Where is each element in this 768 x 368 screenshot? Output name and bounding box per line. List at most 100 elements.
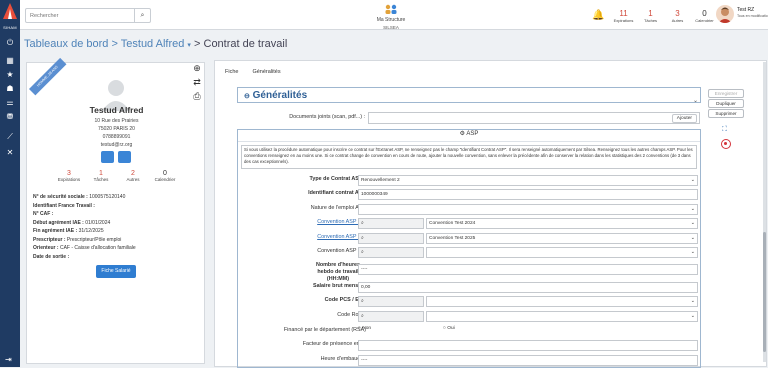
chevron-down-icon: ⌄ — [690, 313, 695, 319]
section-generalites[interactable]: ⊖ Généralités ⌄ — [237, 87, 701, 104]
convention2-search[interactable]: ⌕ — [358, 233, 424, 244]
finance-no-radio[interactable]: ○ Non — [358, 326, 371, 331]
rome-search[interactable]: ⌕ — [358, 311, 424, 322]
info-row: N° CAF : — [33, 210, 203, 219]
info-label: Date de sortie : — [33, 253, 70, 260]
save-button[interactable]: Enregistrer — [708, 89, 744, 98]
info-row: N° de sécurité sociale : 1000575120140 — [33, 193, 203, 202]
convention3-label: Convention ASP n°3 — [317, 248, 366, 254]
rome-select[interactable]: ⌄ — [426, 311, 698, 322]
kpi-others[interactable]: 2 Autres — [117, 170, 149, 182]
hire-time-input[interactable]: ---- — [358, 355, 698, 366]
breadcrumb-dashboards[interactable]: Tableaux de bord — [24, 38, 108, 50]
home-icon[interactable]: ⏻ — [5, 38, 15, 48]
chevron-down-icon[interactable]: ⌄ — [693, 97, 698, 104]
profile-info: N° de sécurité sociale : 1000575120140 I… — [33, 193, 203, 261]
chart-icon[interactable]: ⟋ — [5, 132, 15, 142]
message-icon[interactable] — [118, 151, 131, 163]
fiche-salarie-button[interactable]: Fiche Salarié — [96, 265, 136, 278]
bell-icon[interactable]: 🔔 — [592, 10, 604, 22]
print-icon[interactable]: ⎙ — [191, 91, 203, 103]
structure-name: SILSEA — [383, 25, 399, 30]
tools-icon[interactable]: ✕ — [5, 148, 15, 158]
chevron-down-icon: ⌄ — [690, 177, 695, 183]
breadcrumb-separator: > — [194, 38, 201, 50]
counter-calendar[interactable]: 0 Calendrier — [691, 9, 718, 23]
convention2-label[interactable]: Convention ASP n°2 — [258, 234, 366, 240]
kpi-value: 1 — [99, 170, 103, 177]
pcs-label: Code PCS / ESE — [324, 297, 366, 303]
kpi-value: 3 — [67, 170, 71, 177]
salary-input[interactable]: 0,00 — [358, 282, 698, 293]
convention1-label[interactable]: Convention ASP n°1 — [258, 219, 366, 225]
logout-icon[interactable]: ⇥ — [5, 355, 12, 364]
asp-header: ⚙ ASP — [238, 130, 700, 142]
profile-ribbon: HOMME, 28 ANS — [29, 57, 67, 96]
convention2-select[interactable]: Convention Test 2025 ⌄ — [426, 233, 698, 244]
search-icon[interactable]: ⌕ — [134, 9, 150, 22]
phone-icon[interactable] — [101, 151, 114, 163]
briefcase-icon[interactable]: ⚌ — [5, 98, 15, 108]
info-row: Fin agrément IAE : 31/12/2025 — [33, 227, 203, 236]
app-brand: SIHAM — [3, 25, 17, 30]
convention1-search[interactable]: ⌕ — [358, 218, 424, 229]
convention3-select[interactable]: ⌄ — [426, 247, 698, 258]
kpi-calendar[interactable]: 0 Calendrier — [149, 170, 181, 182]
action-buttons: Enregistrer Dupliquer Supprimer — [708, 89, 744, 119]
user-menu[interactable]: Test RZ Tous en modification — [716, 5, 768, 27]
profile-address-line1: 10 Rue des Prairies — [94, 118, 139, 124]
search-box: ⌕ — [25, 8, 151, 23]
kpi-tasks[interactable]: 1 Tâches — [85, 170, 117, 182]
convention3-search[interactable]: ⌕ — [358, 247, 424, 258]
profile-address-line2: 75020 PARIS 20 — [98, 126, 135, 132]
add-document-button[interactable]: Ajouter — [671, 114, 697, 123]
section-title: Généralités — [252, 90, 308, 101]
search-icon: ⌕ — [361, 250, 364, 255]
asp-note: Si vous utilisez la procédure automatiqu… — [241, 145, 697, 169]
duplicate-button[interactable]: Dupliquer — [708, 99, 744, 108]
counter-label: Calendrier — [695, 17, 714, 23]
close-icon[interactable] — [721, 139, 731, 149]
profile-kpis: 3 Expirations 1 Tâches 2 Autres 0 Calendrier — [53, 170, 181, 182]
counter-expirations[interactable]: 11 Expirations — [610, 9, 637, 23]
tab-generalites[interactable]: Généralités — [252, 69, 280, 75]
profile-email[interactable]: testud@rz.org — [27, 142, 206, 148]
documents-field[interactable]: Ajouter — [368, 112, 700, 124]
breadcrumb-person[interactable]: Testud Alfred — [121, 38, 185, 50]
chevron-down-icon[interactable]: ▾ — [187, 42, 191, 49]
info-value: 31/12/2025 — [78, 228, 104, 234]
convention1-select[interactable]: Convention Test 2024 ⌄ — [426, 218, 698, 229]
collapse-icon[interactable]: ⊖ — [244, 93, 250, 100]
counter-tasks[interactable]: 1 Tâches — [637, 9, 664, 23]
swap-icon[interactable]: ⇄ — [191, 77, 203, 89]
salary-label: Salaire brut mensuel — [312, 283, 366, 289]
presence-input[interactable] — [358, 340, 698, 351]
add-circle-icon[interactable]: ⊕ — [191, 63, 203, 75]
info-row: Date de sortie : — [33, 253, 203, 262]
hours-input[interactable]: ---- — [358, 264, 698, 275]
tab-fiche[interactable]: Fiche — [225, 69, 238, 75]
info-label: Identifiant France Travail : — [33, 202, 95, 209]
finance-yes-radio[interactable]: ○ Oui — [443, 326, 455, 331]
report-icon[interactable]: ⛃ — [5, 112, 15, 122]
chevron-down-icon: ⌄ — [690, 220, 695, 226]
profile-phone: 0788899091 — [102, 134, 131, 140]
people-icon[interactable]: ☗ — [5, 84, 15, 94]
star-icon[interactable]: ★ — [5, 70, 15, 80]
nature-select[interactable]: ⌄ — [358, 204, 698, 215]
counter-others[interactable]: 3 Autres — [664, 9, 691, 23]
pcs-select[interactable]: ⌄ — [426, 296, 698, 307]
scrollbar[interactable] — [763, 62, 766, 362]
identifiant-input[interactable]: 1000000349 — [358, 189, 698, 200]
kpi-value: 0 — [163, 170, 167, 177]
kpi-expirations[interactable]: 3 Expirations — [53, 170, 85, 182]
pcs-search[interactable]: ⌕ — [358, 296, 424, 307]
dashboard-icon[interactable]: ▦ — [5, 56, 15, 66]
structure-selector[interactable]: Ma Structure SILSEA — [361, 3, 421, 30]
type-contrat-select[interactable]: Renouvellement 2 ⌄ — [358, 175, 698, 186]
scrollbar-thumb[interactable] — [763, 232, 766, 352]
expand-icon[interactable]: ⛶ — [722, 126, 727, 134]
search-input[interactable] — [26, 9, 134, 22]
delete-button[interactable]: Supprimer — [708, 109, 744, 118]
counter-label: Autres — [671, 17, 684, 23]
